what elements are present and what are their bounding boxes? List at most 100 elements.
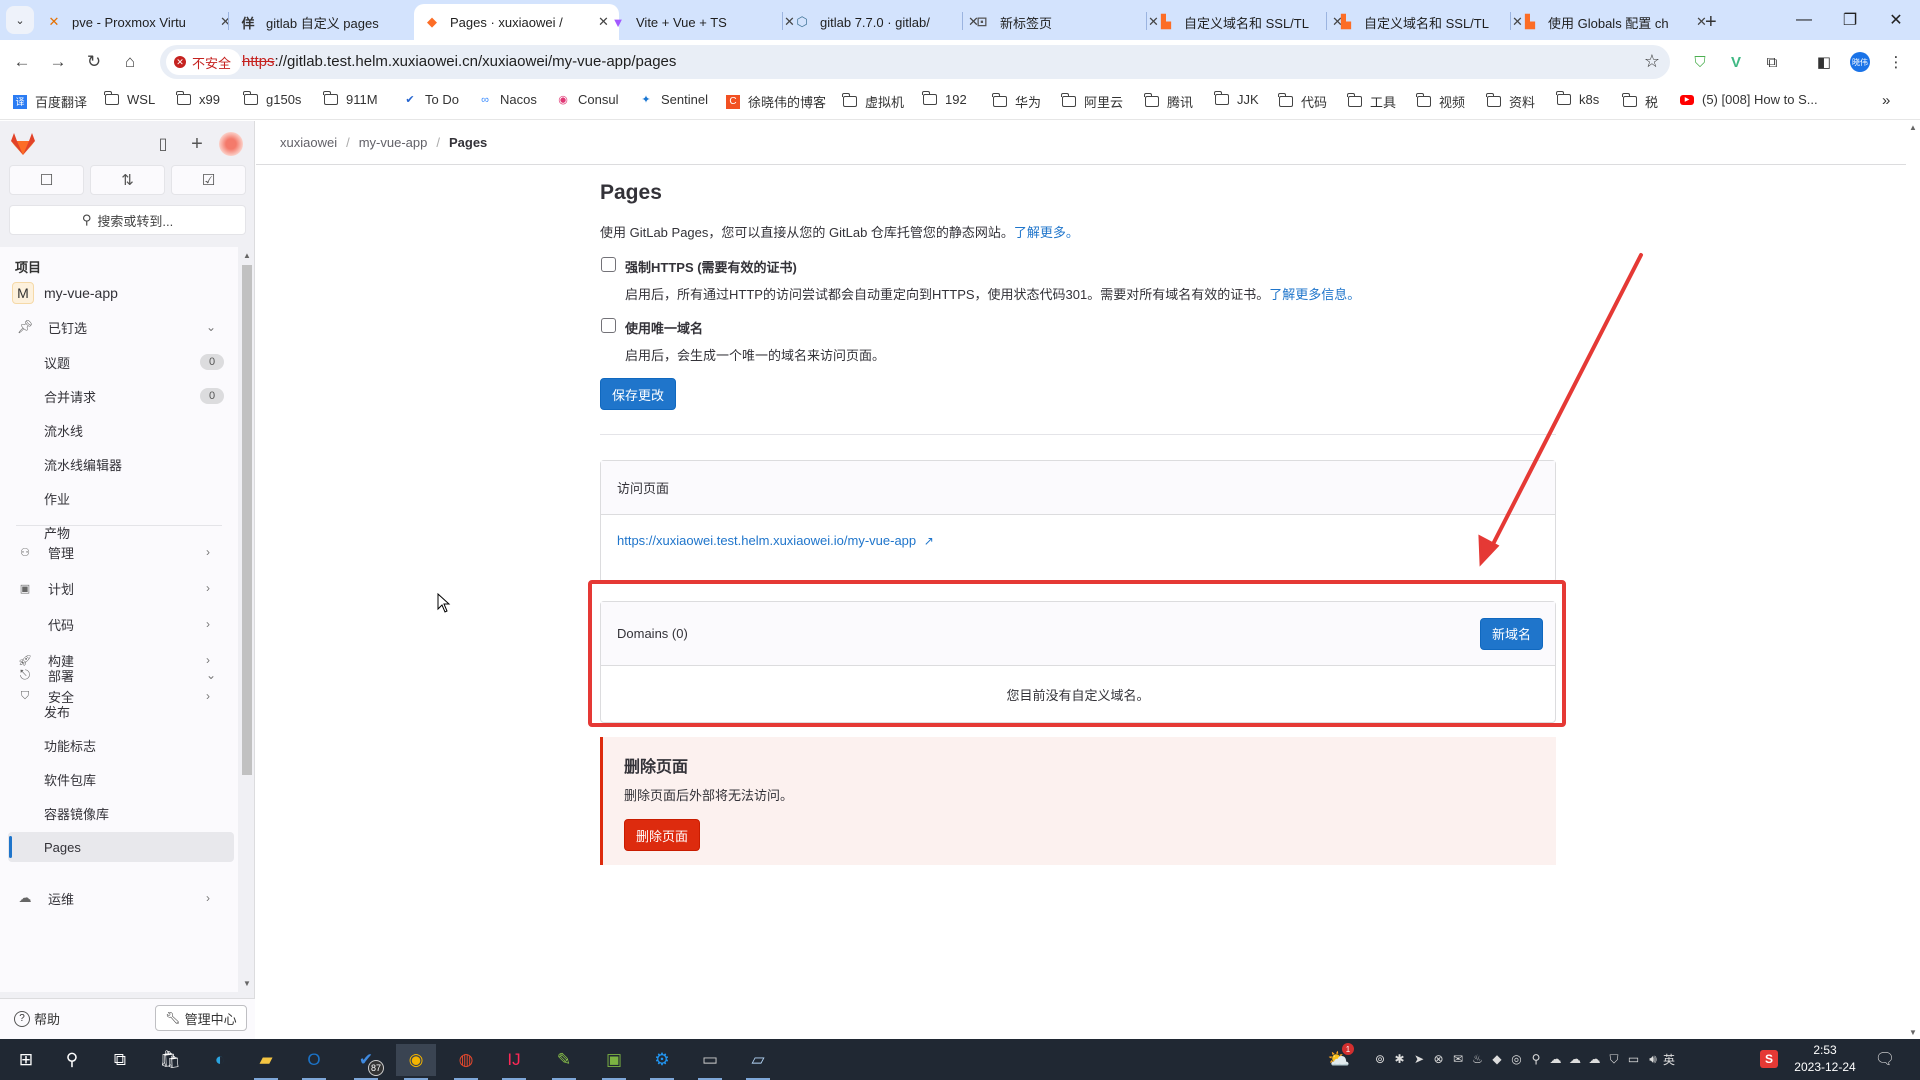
breadcrumb-current[interactable]: Pages <box>449 135 487 150</box>
scroll-up-arrow[interactable]: ▲ <box>1909 123 1917 132</box>
back-button[interactable]: ← <box>8 48 36 76</box>
sidebar-item-pinned-4[interactable]: 作业 <box>8 483 234 513</box>
ime-indicator[interactable]: 英 <box>1660 1050 1678 1068</box>
bookmark-item[interactable]: 税 <box>1622 92 1658 111</box>
restore-button[interactable]: ❐ <box>1828 6 1872 34</box>
sidebar-item-operate[interactable]: ☁ 运维 › <box>8 883 234 913</box>
taskbar-app-edge[interactable]: ◐ <box>200 1044 240 1076</box>
onedrive-icon[interactable]: ☁ <box>1547 1050 1565 1068</box>
more-bookmarks-button[interactable]: » <box>1882 92 1890 109</box>
bookmark-item[interactable]: ◉ Consul <box>555 92 618 107</box>
taskbar-app-settings[interactable]: ⚙ <box>642 1044 682 1080</box>
bookmark-item[interactable]: 华为 <box>992 92 1041 111</box>
taskbar-app-notepad[interactable]: ✎ <box>544 1044 584 1080</box>
taskbar-app-outlook[interactable]: O <box>294 1044 334 1080</box>
todos-quick-button[interactable]: ☑ <box>171 165 246 195</box>
search-button[interactable]: ⚲ 搜索或转到... <box>9 205 246 235</box>
scroll-down-arrow[interactable]: ▼ <box>1909 1028 1917 1037</box>
copilot-icon[interactable]: ⊚ <box>1371 1050 1389 1068</box>
taskbar-app-todo[interactable]: ✔ 87 <box>346 1044 386 1080</box>
browser-tab[interactable]: ▙ 自定义域名和 SSL/TL ✕ <box>1328 4 1533 40</box>
menu-kebab-icon[interactable]: ⋮ <box>1884 50 1908 74</box>
chrome-remote-icon[interactable]: ◎ <box>1508 1050 1526 1068</box>
sidebar-item-deploy-1[interactable]: 功能标志 <box>8 730 234 760</box>
force-https-checkbox[interactable] <box>601 257 616 272</box>
unique-domain-label[interactable]: 使用唯一域名 <box>625 318 703 337</box>
sidebar-item-pinned[interactable]: 📌︎ 已钉选 ⌄ <box>8 312 234 342</box>
extensions-icon[interactable]: ⧉ <box>1760 50 1784 74</box>
learn-more-link[interactable]: 了解更多。 <box>1014 225 1079 240</box>
scroll-up-arrow[interactable]: ▲ <box>243 251 251 260</box>
bookmark-item[interactable]: 腾讯 <box>1144 92 1193 111</box>
browser-tab[interactable]: ✕ pve - Proxmox Virtu ✕ <box>36 4 241 40</box>
taskbar-app-search[interactable]: ⚲ <box>52 1044 92 1076</box>
bookmark-item[interactable]: ∞ Nacos <box>477 92 537 107</box>
profile-avatar[interactable]: 晓伟 <box>1848 50 1872 74</box>
bookmark-item[interactable]: ✦ Sentinel <box>638 92 708 107</box>
bookmark-item[interactable]: 192 <box>922 91 967 107</box>
bookmark-item[interactable]: 视频 <box>1416 92 1465 111</box>
sidebar-item-pinned-2[interactable]: 流水线 <box>8 415 234 445</box>
bookmark-item[interactable]: g150s <box>243 91 301 107</box>
browser-tab[interactable]: ▙ 自定义域名和 SSL/TL ✕ <box>1148 4 1353 40</box>
wechat-icon[interactable]: ✉ <box>1449 1050 1467 1068</box>
adguard-extension-icon[interactable]: ⛉ <box>1688 50 1712 74</box>
defender-icon[interactable]: ⛉ <box>1605 1050 1623 1068</box>
side-panel-icon[interactable]: ◧ <box>1812 50 1836 74</box>
user-avatar[interactable] <box>218 131 244 157</box>
sidebar-item-deploy-3[interactable]: 容器镜像库 <box>8 798 234 828</box>
bookmark-item[interactable]: C 徐晓伟的博客 <box>725 92 826 111</box>
browser-tab[interactable]: ⬡ gitlab 7.7.0 · gitlab/✕ <box>784 4 989 40</box>
minimize-button[interactable]: — <box>1782 6 1826 34</box>
force-https-label[interactable]: 强制HTTPS (需要有效的证书) <box>625 257 797 276</box>
merge-requests-quick-button[interactable]: ⇅ <box>90 165 165 195</box>
save-changes-button[interactable]: 保存更改 <box>600 378 677 410</box>
page-scrollbar[interactable]: ▲ ▼ <box>1906 121 1920 1039</box>
delete-pages-button[interactable]: 删除页面 <box>624 819 701 851</box>
steam-icon[interactable]: ♨ <box>1469 1050 1487 1068</box>
pages-url-link[interactable]: https://xuxiaowei.test.helm.xuxiaowei.io… <box>617 533 916 548</box>
scrollbar-thumb[interactable] <box>242 265 252 775</box>
network-icon[interactable]: ▭ <box>1625 1050 1643 1068</box>
sidebar-scrollbar[interactable]: ▲ ▼ <box>240 247 254 992</box>
help-button[interactable]: ? 帮助 <box>14 1009 60 1028</box>
scroll-down-arrow[interactable]: ▼ <box>243 979 251 988</box>
taskbar-app-start[interactable]: ⊞ <box>6 1044 46 1076</box>
sidebar-item-deploy-0[interactable]: 发布 <box>8 696 234 726</box>
sidebar-item-pinned-3[interactable]: 流水线编辑器 <box>8 449 234 479</box>
feishu-icon[interactable]: ➤ <box>1410 1050 1428 1068</box>
bookmark-item[interactable]: 译百度翻译 <box>12 92 87 111</box>
bookmark-item[interactable]: 阿里云 <box>1061 92 1123 111</box>
bookmark-item[interactable]: 资料 <box>1486 92 1535 111</box>
sidebar-item-pinned-0[interactable]: 议题 0 <box>8 347 234 377</box>
sidebar-item-group-1[interactable]: ▣ 计划 › <box>8 573 234 603</box>
taskbar-app-chrome[interactable]: ◉ <box>396 1044 436 1080</box>
breadcrumb-project[interactable]: my-vue-app <box>359 135 428 150</box>
sidebar-item-pinned-1[interactable]: 合并请求 0 <box>8 381 234 411</box>
bluetooth-manager-icon[interactable]: ✱ <box>1391 1050 1409 1068</box>
browser-tab[interactable]: ⊡ 新标签页 ✕ <box>964 4 1169 40</box>
close-window-button[interactable]: ✕ <box>1874 6 1918 34</box>
weather-widget-icon[interactable]: ⛅ 1 <box>1326 1043 1354 1073</box>
admin-area-button[interactable]: 🔧︎ 管理中心 <box>155 1005 247 1031</box>
url-text[interactable]: https://gitlab.test.helm.xuxiaowei.cn/xu… <box>242 53 676 70</box>
bookmark-item[interactable]: x99 <box>176 91 220 107</box>
sidebar-item-group-2[interactable]: 代码 › <box>8 609 234 639</box>
taskbar-app-terminal[interactable]: ▭ <box>690 1044 730 1080</box>
vpn-icon[interactable]: ⊗ <box>1430 1050 1448 1068</box>
create-new-icon[interactable]: + <box>184 131 210 157</box>
security-indicator[interactable]: ✕ 不安全 <box>166 49 242 75</box>
bookmark-item[interactable]: ▶ (5) [008] How to S... <box>1679 92 1818 107</box>
vue-devtools-icon[interactable]: V <box>1724 50 1748 74</box>
bookmark-item[interactable]: ✔ To Do <box>402 92 459 107</box>
taskbar-app-task-view[interactable]: ⧉ <box>100 1044 140 1076</box>
cloud-icon[interactable]: ☁ <box>1586 1050 1604 1068</box>
notification-center-icon[interactable]: 🗨︎ <box>1875 1050 1895 1068</box>
sogou-ime-icon[interactable]: S <box>1760 1050 1778 1068</box>
taskbar-app-explorer[interactable]: ▰ <box>246 1044 286 1080</box>
bookmark-item[interactable]: WSL <box>104 91 155 107</box>
taskbar-app-android-studio[interactable]: ▣ <box>594 1044 634 1080</box>
taskbar-app-intellij[interactable]: IJ <box>494 1044 534 1080</box>
onedrive-business-icon[interactable]: ☁ <box>1566 1050 1584 1068</box>
breadcrumb-user[interactable]: xuxiaowei <box>280 135 337 150</box>
